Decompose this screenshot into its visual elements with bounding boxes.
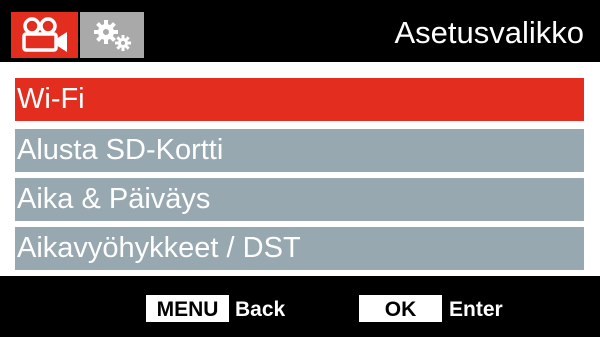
gears-icon (94, 20, 131, 51)
menu-item-date-time[interactable]: Aika & Päiväys (15, 178, 584, 221)
settings-menu: Wi-Fi Alusta SD-Kortti Aika & Päiväys Ai… (0, 62, 600, 276)
footer-bar: MENU Back OK Enter (0, 276, 600, 337)
back-label: Back (235, 298, 286, 321)
menu-item-format-sd[interactable]: Alusta SD-Kortti (15, 129, 584, 172)
header-bar: Asetusvalikko (0, 0, 600, 62)
enter-label: Enter (449, 298, 503, 321)
menu-key-button[interactable]: MENU (146, 295, 229, 322)
menu-item-wifi[interactable]: Wi-Fi (15, 78, 584, 121)
video-camera-icon (21, 17, 67, 52)
page-title: Asetusvalikko (394, 15, 584, 50)
menu-item-timezone-dst[interactable]: Aikavyöhykkeet / DST (15, 227, 584, 270)
ok-key-button[interactable]: OK (359, 295, 442, 322)
tab-settings[interactable] (80, 12, 144, 58)
tab-video-mode[interactable] (11, 12, 78, 58)
settings-screen: Asetusvalikko Wi-Fi Alusta SD-Kortti Aik… (0, 0, 600, 337)
